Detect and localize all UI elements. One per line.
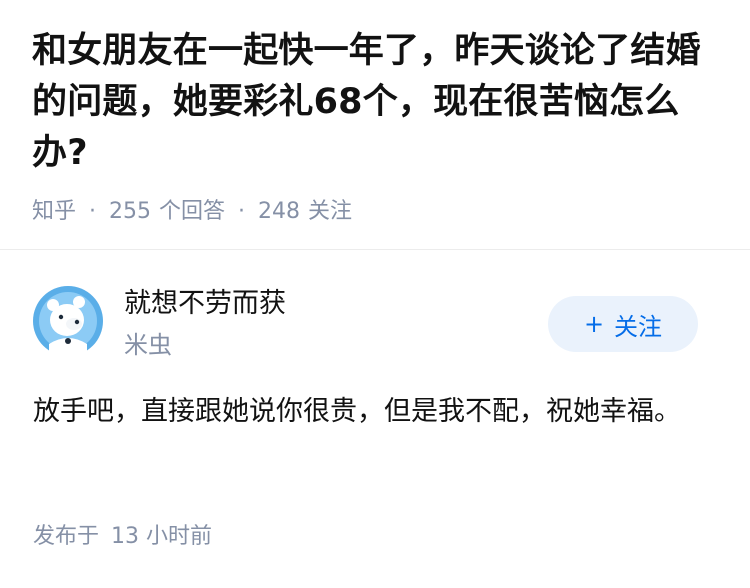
- question-meta: 知乎 · 255 个回答 · 248 关注: [32, 196, 352, 228]
- publish-prefix: 发布于: [33, 524, 100, 549]
- follow-button-label: 关注: [614, 312, 663, 341]
- answer-count[interactable]: 255: [109, 199, 151, 224]
- publish-time: 发布于 13 小时前: [33, 521, 212, 553]
- source-label[interactable]: 知乎: [32, 199, 76, 224]
- answer-content: 放手吧，直接跟她说你很贵，但是我不配，祝她幸福。: [33, 396, 681, 427]
- follow-count-unit[interactable]: 关注: [308, 199, 352, 224]
- follow-count[interactable]: 248: [258, 199, 300, 224]
- question-header: 和女朋友在一起快一年了，昨天谈论了结婚的问题，她要彩礼68个，现在很苦恼怎么办?…: [0, 0, 750, 250]
- meta-separator: ·: [89, 199, 97, 224]
- publish-time-value: 13 小时前: [111, 524, 213, 549]
- author-avatar[interactable]: [33, 286, 103, 356]
- author-name[interactable]: 就想不劳而获: [124, 286, 286, 322]
- polar-bear-avatar-icon: [33, 286, 103, 356]
- meta-separator: ·: [238, 199, 246, 224]
- follow-button[interactable]: + 关注: [548, 296, 698, 352]
- answer-count-unit[interactable]: 个回答: [159, 199, 225, 224]
- question-title[interactable]: 和女朋友在一起快一年了，昨天谈论了结婚的问题，她要彩礼68个，现在很苦恼怎么办?: [32, 26, 722, 179]
- author-headline: 米虫: [124, 331, 172, 359]
- plus-icon: +: [583, 310, 605, 338]
